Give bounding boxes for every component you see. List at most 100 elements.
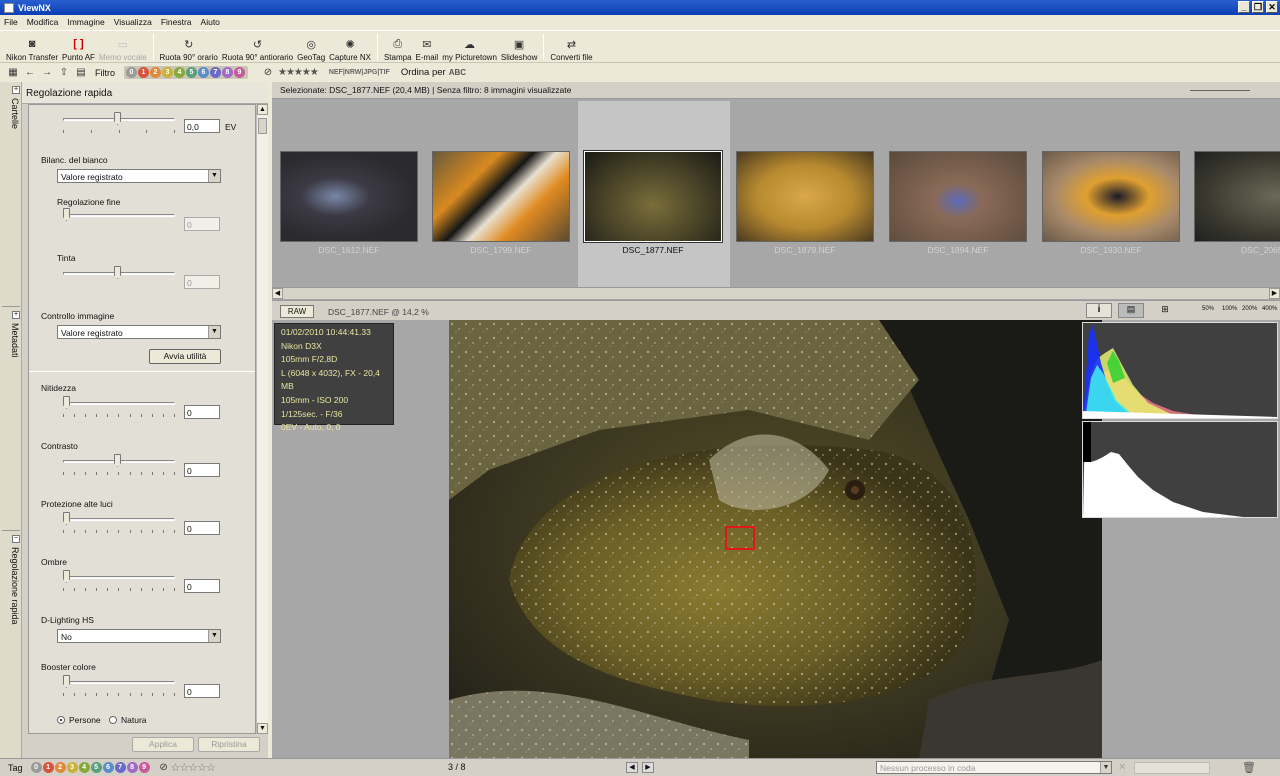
back-arrow-icon[interactable]: ← bbox=[23, 67, 37, 79]
color-booster-slider[interactable] bbox=[63, 675, 175, 696]
reset-button[interactable]: Ripristina bbox=[198, 737, 260, 752]
rating-filter[interactable]: ★★★★★ bbox=[278, 67, 319, 78]
scroll-thumb[interactable] bbox=[258, 118, 267, 134]
format-filter[interactable]: NEF|NRW|JPG|TIF bbox=[329, 69, 390, 76]
d-lighting-select[interactable]: No ▼ bbox=[57, 629, 221, 643]
label-6-icon[interactable]: 6 bbox=[102, 762, 114, 773]
scroll-left-icon[interactable]: ◀ bbox=[272, 288, 283, 299]
label-9-icon[interactable]: 9 bbox=[234, 67, 245, 78]
tint-slider[interactable] bbox=[63, 266, 175, 281]
af-point-button[interactable]: [ ] Punto AF bbox=[60, 32, 97, 62]
menu-immagine[interactable]: Immagine bbox=[67, 17, 104, 27]
tint-field[interactable]: 0 bbox=[184, 275, 220, 289]
highlight-protection-slider[interactable] bbox=[63, 512, 175, 533]
voice-memo-button[interactable]: ▭ Memo vocale bbox=[97, 32, 149, 63]
apply-button[interactable]: Applica bbox=[132, 737, 194, 752]
process-queue-select[interactable]: Nessun processo in coda ▼ bbox=[876, 761, 1112, 774]
zoom-50[interactable]: 50% bbox=[1202, 306, 1214, 312]
label-3-icon[interactable]: 3 bbox=[162, 67, 173, 78]
white-balance-select[interactable]: Valore registrato ▼ bbox=[57, 169, 221, 183]
highlight-protection-field[interactable]: 0 bbox=[184, 521, 220, 535]
raw-button[interactable]: RAW bbox=[280, 305, 314, 318]
convert-files-button[interactable]: ⇄ Converti file bbox=[548, 32, 594, 63]
contrast-field[interactable]: 0 bbox=[184, 463, 220, 477]
fine-tune-field[interactable]: 0 bbox=[184, 217, 220, 231]
close-button[interactable]: ✕ bbox=[1266, 1, 1278, 13]
label-2-icon[interactable]: 2 bbox=[150, 67, 161, 78]
picturetown-button[interactable]: ☁ my Picturetown bbox=[440, 32, 499, 63]
label-0-icon[interactable]: 0 bbox=[30, 762, 42, 773]
label-4-icon[interactable]: 4 bbox=[174, 67, 185, 78]
label-6-icon[interactable]: 6 bbox=[198, 67, 209, 78]
exposure-field[interactable]: 0,0 bbox=[184, 119, 220, 133]
thumbnail-image[interactable] bbox=[280, 151, 418, 242]
thumbnail-image-selected[interactable] bbox=[583, 150, 723, 243]
rotate-cw-button[interactable]: ↻ Ruota 90° orario bbox=[158, 32, 220, 63]
label-7-icon[interactable]: 7 bbox=[210, 67, 221, 78]
label-8-icon[interactable]: 8 bbox=[222, 67, 233, 78]
thumbnail-image[interactable] bbox=[736, 151, 874, 242]
thumbnail-image[interactable] bbox=[889, 151, 1027, 242]
label-7-icon[interactable]: 7 bbox=[114, 762, 126, 773]
color-booster-field[interactable]: 0 bbox=[184, 684, 220, 698]
launch-utility-button[interactable]: Avvia utilità bbox=[149, 349, 221, 364]
label-3-icon[interactable]: 3 bbox=[66, 762, 78, 773]
capture-nx-button[interactable]: ✺ Capture NX bbox=[327, 32, 373, 63]
fit-screen-icon[interactable]: ⊞ bbox=[1157, 304, 1173, 317]
label-5-icon[interactable]: 5 bbox=[186, 67, 197, 78]
geotag-button[interactable]: ◎ GeoTag bbox=[295, 32, 327, 63]
email-button[interactable]: ✉ E-mail bbox=[414, 32, 441, 63]
no-rating-icon[interactable]: ⊘ bbox=[261, 67, 275, 79]
cancel-process-icon[interactable]: ✕ bbox=[1118, 762, 1126, 773]
histogram-toggle-icon[interactable]: ▤ bbox=[1118, 303, 1144, 318]
up-folder-icon[interactable]: ⇧ bbox=[57, 67, 71, 79]
label-4-icon[interactable]: 4 bbox=[78, 762, 90, 773]
folder-menu-icon[interactable]: ▤ bbox=[74, 67, 88, 79]
menu-aiuto[interactable]: Aiuto bbox=[201, 17, 220, 27]
view-mode-icon[interactable]: ▦ bbox=[6, 67, 20, 79]
menu-modifica[interactable]: Modifica bbox=[27, 17, 59, 27]
sharpness-slider[interactable] bbox=[63, 396, 175, 417]
menu-visualizza[interactable]: Visualizza bbox=[114, 17, 152, 27]
menu-finestra[interactable]: Finestra bbox=[161, 17, 192, 27]
scroll-right-icon[interactable]: ▶ bbox=[1269, 288, 1280, 299]
label-1-icon[interactable]: 1 bbox=[42, 762, 54, 773]
label-8-icon[interactable]: 8 bbox=[126, 762, 138, 773]
label-0-icon[interactable]: 0 bbox=[126, 67, 137, 78]
label-2-icon[interactable]: 2 bbox=[54, 762, 66, 773]
panel-scrollbar[interactable]: ▲ ▼ bbox=[256, 104, 268, 734]
label-1-icon[interactable]: 1 bbox=[138, 67, 149, 78]
fine-tune-slider[interactable] bbox=[63, 208, 175, 223]
prev-image-icon[interactable]: ◀ bbox=[626, 762, 638, 773]
nikon-transfer-button[interactable]: ◙ Nikon Transfer bbox=[4, 32, 60, 62]
contrast-slider[interactable] bbox=[63, 454, 175, 475]
tab-regolazione-rapida[interactable]: − Regolazione rapida bbox=[2, 530, 20, 758]
main-photo[interactable] bbox=[449, 320, 1102, 758]
shadows-field[interactable]: 0 bbox=[184, 579, 220, 593]
label-5-icon[interactable]: 5 bbox=[90, 762, 102, 773]
restore-button[interactable]: ❐ bbox=[1252, 1, 1264, 13]
shadows-slider[interactable] bbox=[63, 570, 175, 591]
no-rating-icon[interactable]: ⊘ bbox=[157, 762, 171, 774]
exposure-slider[interactable] bbox=[63, 112, 175, 133]
sort-value[interactable]: ABC bbox=[449, 68, 466, 77]
thumbnail-image[interactable] bbox=[1194, 151, 1280, 242]
next-image-icon[interactable]: ▶ bbox=[642, 762, 654, 773]
rotate-ccw-button[interactable]: ↺ Ruota 90° antiorario bbox=[220, 32, 295, 63]
zoom-200[interactable]: 200% bbox=[1242, 306, 1257, 312]
zoom-400[interactable]: 400% bbox=[1262, 306, 1277, 312]
sharpness-field[interactable]: 0 bbox=[184, 405, 220, 419]
trash-icon[interactable]: 🗑 bbox=[1242, 761, 1256, 774]
picture-control-select[interactable]: Valore registrato ▼ bbox=[57, 325, 221, 339]
thumbnail-image[interactable] bbox=[1042, 151, 1180, 242]
forward-arrow-icon[interactable]: → bbox=[40, 67, 54, 79]
tab-cartelle[interactable]: + Cartelle bbox=[2, 82, 20, 202]
menu-file[interactable]: File bbox=[4, 17, 18, 27]
thumbnail-image[interactable] bbox=[432, 151, 570, 242]
radio-nature[interactable]: Natura bbox=[109, 715, 147, 725]
zoom-100[interactable]: 100% bbox=[1222, 306, 1237, 312]
thumbnail-size-slider[interactable] bbox=[1190, 87, 1250, 91]
label-9-icon[interactable]: 9 bbox=[138, 762, 150, 773]
thumbnail-scrollbar[interactable]: ◀ ▶ bbox=[272, 287, 1280, 299]
info-icon[interactable]: i bbox=[1086, 303, 1112, 318]
